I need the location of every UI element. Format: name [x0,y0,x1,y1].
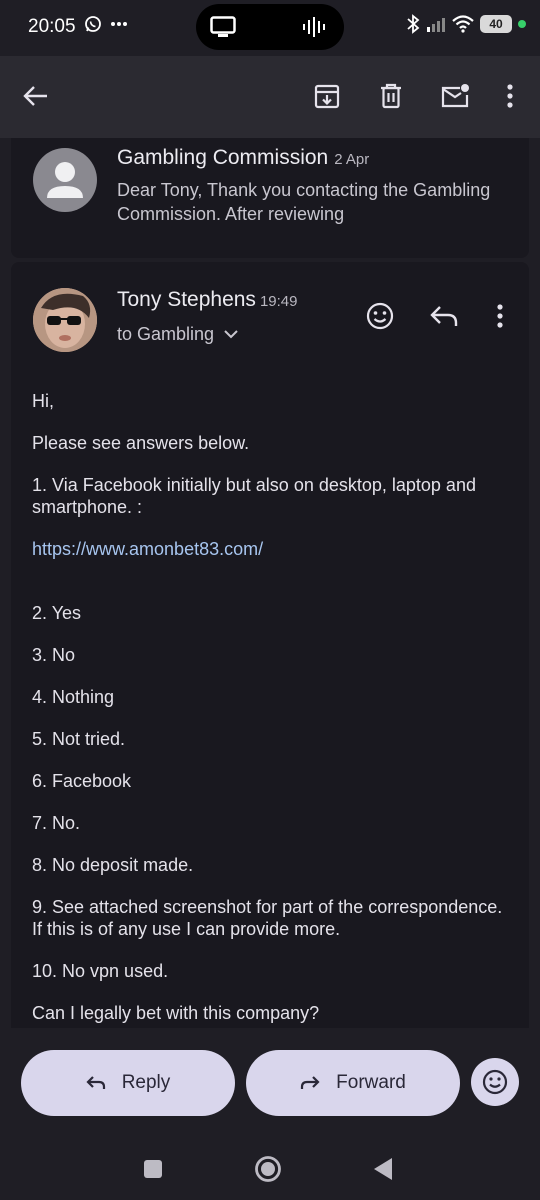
body-line: 2. Yes [32,603,82,623]
status-bar: 20:05 40 [0,0,540,56]
collapsed-message-card[interactable]: Gambling Commission 2 Apr Dear Tony, Than… [11,138,529,258]
more-notifications-icon [111,22,127,26]
message-date: 2 Apr [334,151,370,168]
message-more-button[interactable] [480,296,520,336]
mark-unread-icon [441,84,469,108]
sender-name: Gambling Commission [117,146,329,169]
body-line: 10. No vpn used. [32,961,169,981]
top-app-bar [0,56,540,138]
circle-icon [255,1156,281,1182]
mark-unread-button[interactable] [435,76,475,116]
audio-wave-icon [303,17,325,37]
reply-icon [86,1076,105,1089]
emoji-reaction-button[interactable] [471,1058,519,1106]
body-line: Hi, [32,391,54,411]
screen-cast-icon [210,16,236,37]
signal-icon [427,18,445,32]
reply-pill-button[interactable]: Reply [21,1050,235,1116]
whatsapp-icon [85,16,101,32]
more-vertical-icon [507,84,513,108]
body-line: Please see answers below. [32,433,250,453]
chevron-down-icon [224,330,238,339]
profile-photo-icon [33,288,97,352]
system-nav-bar [0,1138,540,1200]
add-reaction-button[interactable] [360,296,400,336]
bluetooth-icon [407,14,420,34]
privacy-indicator-dot [518,20,526,28]
recipients-label: to Gambling [117,324,215,344]
forward-label: Forward [336,1072,406,1093]
body-line: Can I legally bet with this company? [32,1003,320,1023]
body-line: 6. Facebook [32,771,132,791]
body-line: 1. Via Facebook initially but also on de… [32,475,476,517]
status-time: 20:05 [28,16,76,37]
body-line: 8. No deposit made. [32,855,194,875]
battery-level: 40 [480,15,512,33]
expanded-message-card: Tony Stephens 19:49 to Gambling Hi, Pleas… [11,262,529,1028]
arrow-left-icon [23,86,47,106]
website-link[interactable]: https://www.amonbet83.com/ [32,539,263,559]
message-time: 19:49 [259,293,298,310]
sender-name: Tony Stephens [117,288,256,311]
wifi-icon [452,15,474,33]
body-line: 5. Not tried. [32,729,126,749]
forward-icon [301,1076,320,1089]
back-nav-button[interactable] [368,1154,398,1184]
person-icon [47,162,83,198]
emoji-icon [482,1069,508,1095]
reply-icon [430,306,458,326]
message-body: Hi, Please see answers below. 1. Via Fac… [32,390,517,1028]
message-snippet: Dear Tony, Thank you contacting the Gamb… [117,180,491,224]
body-line: 7. No. [32,813,81,833]
more-options-button[interactable] [490,76,530,116]
emoji-icon [366,302,394,330]
home-button[interactable] [253,1154,283,1184]
trash-icon [381,83,401,109]
body-line: 4. Nothing [32,687,115,707]
bottom-action-bar: Reply Forward [0,1028,540,1138]
triangle-back-icon [374,1158,392,1180]
archive-button[interactable] [307,76,347,116]
avatar[interactable] [33,288,97,352]
recipients-toggle[interactable]: to Gambling [117,324,238,345]
camera-pill [196,4,344,50]
back-button[interactable] [16,76,56,116]
more-vertical-icon [497,304,503,328]
body-line: 9. See attached screenshot for part of t… [32,897,503,939]
forward-pill-button[interactable]: Forward [246,1050,460,1116]
archive-icon [314,84,340,109]
recents-button[interactable] [138,1154,168,1184]
delete-button[interactable] [371,76,411,116]
reply-label: Reply [121,1072,171,1093]
avatar [33,148,97,212]
reply-button[interactable] [424,296,464,336]
body-line: 3. No [32,645,76,665]
square-icon [144,1160,162,1178]
